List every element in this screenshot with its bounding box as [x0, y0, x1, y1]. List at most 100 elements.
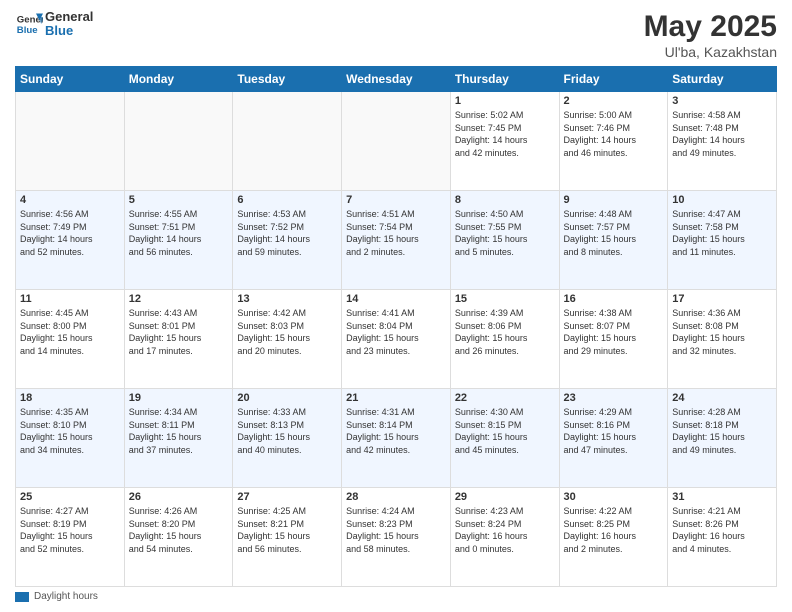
day-number: 19	[129, 392, 229, 404]
table-row: 18Sunrise: 4:35 AM Sunset: 8:10 PM Dayli…	[16, 389, 125, 488]
day-info: Sunrise: 4:26 AM Sunset: 8:20 PM Dayligh…	[129, 505, 229, 555]
svg-text:Blue: Blue	[17, 25, 38, 36]
day-number: 4	[20, 194, 120, 206]
calendar-week-row: 25 Sunrise: 4:27 AM Sunset: 8:19 PM Dayli…	[16, 488, 777, 587]
day-info: Sunrise: 4:41 AM Sunset: 8:04 PM Dayligh…	[346, 307, 446, 357]
table-row: 9Sunrise: 4:48 AM Sunset: 7:57 PM Daylig…	[559, 191, 668, 290]
day-info: Sunrise: 4:34 AM Sunset: 8:11 PM Dayligh…	[129, 406, 229, 456]
calendar-header-row: Sunday Monday Tuesday Wednesday Thursday…	[16, 67, 777, 92]
table-row: 8Sunrise: 4:50 AM Sunset: 7:55 PM Daylig…	[450, 191, 559, 290]
calendar-week-row: 4 Sunrise: 4:56 AM Sunset: 7:49 PM Daylig…	[16, 191, 777, 290]
day-number: 11	[20, 293, 120, 305]
day-info: Sunrise: 4:36 AM Sunset: 8:08 PM Dayligh…	[672, 307, 772, 357]
day-number: 17	[672, 293, 772, 305]
day-info: Sunrise: 5:00 AM Sunset: 7:46 PM Dayligh…	[564, 109, 664, 159]
table-row: 2 Sunrise: 5:00 AM Sunset: 7:46 PM Daylig…	[559, 92, 668, 191]
table-row: 30Sunrise: 4:22 AM Sunset: 8:25 PM Dayli…	[559, 488, 668, 587]
table-row: 6 Sunrise: 4:53 AM Sunset: 7:52 PM Daylig…	[233, 191, 342, 290]
col-sunday: Sunday	[16, 67, 125, 92]
day-info: Sunrise: 4:42 AM Sunset: 8:03 PM Dayligh…	[237, 307, 337, 357]
table-row: 26 Sunrise: 4:26 AM Sunset: 8:20 PM Dayli…	[124, 488, 233, 587]
table-row: 7 Sunrise: 4:51 AM Sunset: 7:54 PM Daylig…	[342, 191, 451, 290]
table-row: 21Sunrise: 4:31 AM Sunset: 8:14 PM Dayli…	[342, 389, 451, 488]
table-row	[342, 92, 451, 191]
day-info: Sunrise: 4:24 AM Sunset: 8:23 PM Dayligh…	[346, 505, 446, 555]
table-row: 10 Sunrise: 4:47 AM Sunset: 7:58 PM Dayli…	[668, 191, 777, 290]
table-row	[124, 92, 233, 191]
table-row	[233, 92, 342, 191]
daylight-box	[15, 592, 29, 602]
col-saturday: Saturday	[668, 67, 777, 92]
day-info: Sunrise: 4:50 AM Sunset: 7:55 PM Dayligh…	[455, 208, 555, 258]
logo-icon: General Blue	[15, 10, 43, 38]
day-number: 27	[237, 491, 337, 503]
day-number: 6	[237, 194, 337, 206]
day-number: 3	[672, 95, 772, 107]
table-row: 28 Sunrise: 4:24 AM Sunset: 8:23 PM Dayli…	[342, 488, 451, 587]
day-number: 31	[672, 491, 772, 503]
day-info: Sunrise: 4:30 AM Sunset: 8:15 PM Dayligh…	[455, 406, 555, 456]
calendar-week-row: 11 Sunrise: 4:45 AM Sunset: 8:00 PM Dayli…	[16, 290, 777, 389]
day-info: Sunrise: 4:31 AM Sunset: 8:14 PM Dayligh…	[346, 406, 446, 456]
logo-general: General	[45, 10, 93, 24]
table-row: 14 Sunrise: 4:41 AM Sunset: 8:04 PM Dayli…	[342, 290, 451, 389]
table-row: 29Sunrise: 4:23 AM Sunset: 8:24 PM Dayli…	[450, 488, 559, 587]
day-info: Sunrise: 4:56 AM Sunset: 7:49 PM Dayligh…	[20, 208, 120, 258]
day-info: Sunrise: 4:39 AM Sunset: 8:06 PM Dayligh…	[455, 307, 555, 357]
day-number: 16	[564, 293, 664, 305]
table-row: 5Sunrise: 4:55 AM Sunset: 7:51 PM Daylig…	[124, 191, 233, 290]
col-monday: Monday	[124, 67, 233, 92]
day-info: Sunrise: 4:51 AM Sunset: 7:54 PM Dayligh…	[346, 208, 446, 258]
day-info: Sunrise: 4:21 AM Sunset: 8:26 PM Dayligh…	[672, 505, 772, 555]
day-info: Sunrise: 4:55 AM Sunset: 7:51 PM Dayligh…	[129, 208, 229, 258]
day-info: Sunrise: 4:33 AM Sunset: 8:13 PM Dayligh…	[237, 406, 337, 456]
day-number: 7	[346, 194, 446, 206]
day-info: Sunrise: 4:53 AM Sunset: 7:52 PM Dayligh…	[237, 208, 337, 258]
day-info: Sunrise: 4:23 AM Sunset: 8:24 PM Dayligh…	[455, 505, 555, 555]
table-row: 3Sunrise: 4:58 AM Sunset: 7:48 PM Daylig…	[668, 92, 777, 191]
day-number: 28	[346, 491, 446, 503]
table-row: 20 Sunrise: 4:33 AM Sunset: 8:13 PM Dayli…	[233, 389, 342, 488]
day-number: 9	[564, 194, 664, 206]
day-number: 1	[455, 95, 555, 107]
day-info: Sunrise: 4:43 AM Sunset: 8:01 PM Dayligh…	[129, 307, 229, 357]
table-row: 22Sunrise: 4:30 AM Sunset: 8:15 PM Dayli…	[450, 389, 559, 488]
day-info: Sunrise: 4:47 AM Sunset: 7:58 PM Dayligh…	[672, 208, 772, 258]
logo-blue: Blue	[45, 24, 93, 38]
day-info: Sunrise: 4:22 AM Sunset: 8:25 PM Dayligh…	[564, 505, 664, 555]
day-number: 10	[672, 194, 772, 206]
calendar-table: Sunday Monday Tuesday Wednesday Thursday…	[15, 66, 777, 587]
daylight-label: Daylight hours	[34, 591, 98, 602]
col-wednesday: Wednesday	[342, 67, 451, 92]
day-number: 25	[20, 491, 120, 503]
col-friday: Friday	[559, 67, 668, 92]
table-row: 16Sunrise: 4:38 AM Sunset: 8:07 PM Dayli…	[559, 290, 668, 389]
table-row: 24Sunrise: 4:28 AM Sunset: 8:18 PM Dayli…	[668, 389, 777, 488]
table-row: 27 Sunrise: 4:25 AM Sunset: 8:21 PM Dayli…	[233, 488, 342, 587]
location-title: Ul'ba, Kazakhstan	[644, 44, 777, 60]
col-thursday: Thursday	[450, 67, 559, 92]
day-number: 15	[455, 293, 555, 305]
day-number: 2	[564, 95, 664, 107]
day-info: Sunrise: 5:02 AM Sunset: 7:45 PM Dayligh…	[455, 109, 555, 159]
day-info: Sunrise: 4:27 AM Sunset: 8:19 PM Dayligh…	[20, 505, 120, 555]
title-block: May 2025 Ul'ba, Kazakhstan	[644, 10, 777, 60]
day-number: 13	[237, 293, 337, 305]
table-row: 17 Sunrise: 4:36 AM Sunset: 8:08 PM Dayli…	[668, 290, 777, 389]
day-number: 26	[129, 491, 229, 503]
day-number: 20	[237, 392, 337, 404]
table-row: 15 Sunrise: 4:39 AM Sunset: 8:06 PM Dayli…	[450, 290, 559, 389]
day-info: Sunrise: 4:25 AM Sunset: 8:21 PM Dayligh…	[237, 505, 337, 555]
table-row: 12Sunrise: 4:43 AM Sunset: 8:01 PM Dayli…	[124, 290, 233, 389]
month-year-title: May 2025	[644, 10, 777, 44]
table-row: 31 Sunrise: 4:21 AM Sunset: 8:26 PM Dayli…	[668, 488, 777, 587]
table-row: 25 Sunrise: 4:27 AM Sunset: 8:19 PM Dayli…	[16, 488, 125, 587]
day-info: Sunrise: 4:28 AM Sunset: 8:18 PM Dayligh…	[672, 406, 772, 456]
day-info: Sunrise: 4:45 AM Sunset: 8:00 PM Dayligh…	[20, 307, 120, 357]
table-row	[16, 92, 125, 191]
calendar-week-row: 18Sunrise: 4:35 AM Sunset: 8:10 PM Dayli…	[16, 389, 777, 488]
table-row: 23Sunrise: 4:29 AM Sunset: 8:16 PM Dayli…	[559, 389, 668, 488]
day-number: 14	[346, 293, 446, 305]
table-row: 13 Sunrise: 4:42 AM Sunset: 8:03 PM Dayli…	[233, 290, 342, 389]
logo: General Blue General Blue	[15, 10, 93, 39]
